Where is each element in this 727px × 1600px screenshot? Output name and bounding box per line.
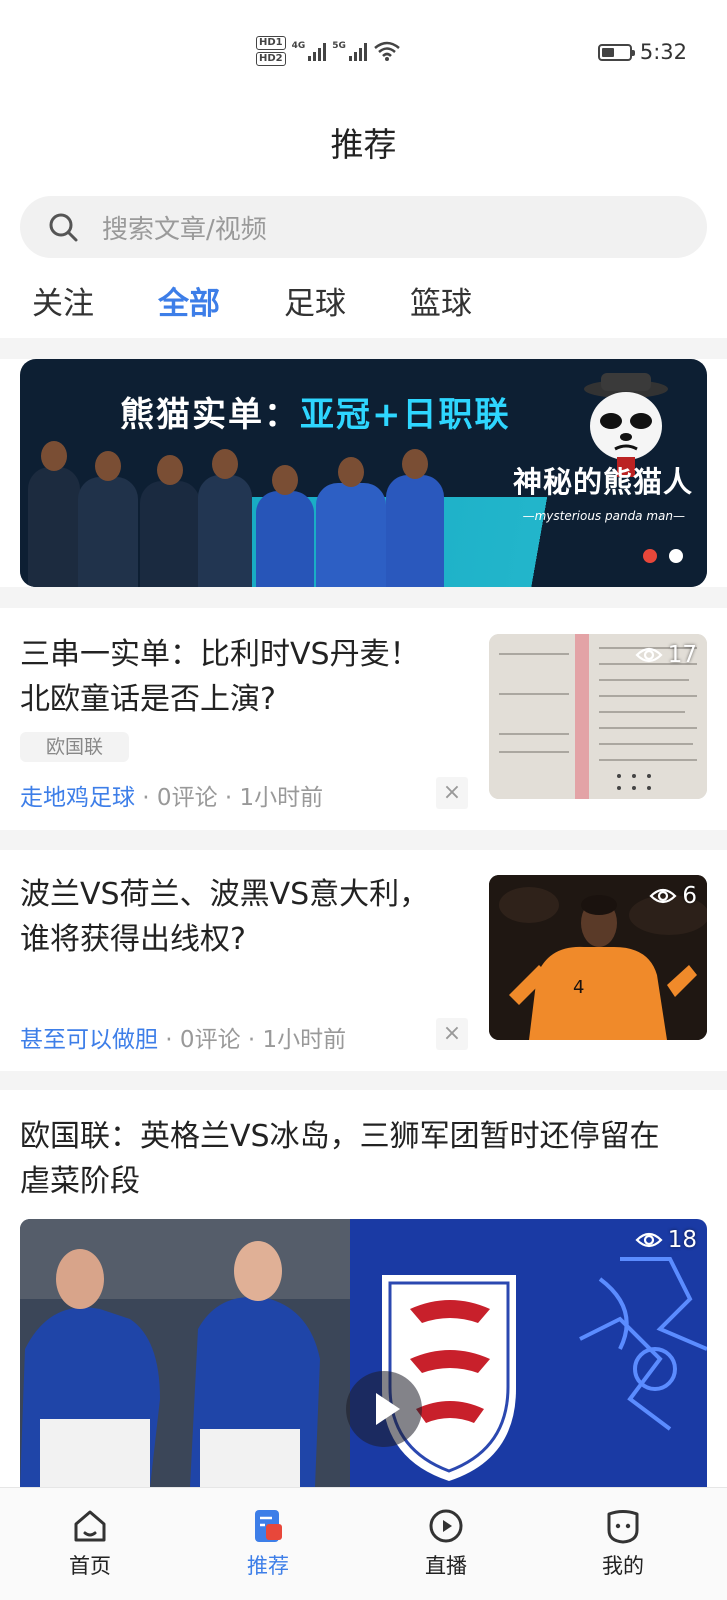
- signal-4g-icon: 4G: [292, 41, 327, 61]
- divider: [0, 1071, 727, 1090]
- search-icon: [49, 213, 78, 242]
- home-icon: [74, 1510, 106, 1542]
- article-title: 三串一实单：比利时VS丹麦！ 北欧童话是否上演?: [20, 637, 420, 717]
- eye-icon: [635, 647, 663, 663]
- carousel-dot-2[interactable]: [669, 549, 683, 563]
- search-placeholder: 搜索文章/视频: [102, 214, 267, 245]
- article-tag[interactable]: 欧国联: [20, 732, 130, 762]
- article-meta: 甚至可以做胆 · 0评论 · 1小时前: [20, 1027, 347, 1053]
- profile-icon: [607, 1510, 639, 1544]
- search-bar[interactable]: 搜索文章/视频: [20, 196, 707, 258]
- page-title: 推荐: [330, 125, 397, 164]
- nav-home[interactable]: 首页: [40, 1506, 140, 1580]
- divider: [0, 338, 727, 359]
- banner-script-text: 神秘的熊猫人: [512, 465, 693, 499]
- bottom-navigation: 首页 推荐 直播 我的: [0, 1487, 727, 1600]
- clock: 5:32: [639, 40, 687, 64]
- dismiss-button[interactable]: ×: [436, 777, 468, 809]
- banner-subtitle: —mysterious panda man—: [522, 509, 685, 523]
- battery-icon: [597, 43, 635, 61]
- article-card[interactable]: 三串一实单：比利时VS丹麦！ 北欧童话是否上演? 欧国联 走地鸡足球 · 0评论…: [0, 608, 727, 830]
- network-indicators: HD1 HD2 4G 5G: [256, 36, 401, 66]
- article-meta: 走地鸡足球 · 0评论 · 1小时前: [20, 785, 324, 811]
- recommend-icon: [255, 1510, 282, 1542]
- article-card[interactable]: 波兰VS荷兰、波黑VS意大利， 谁将获得出线权? 甚至可以做胆 · 0评论 · …: [0, 850, 727, 1071]
- article-thumbnail: 4 6: [489, 875, 707, 1040]
- view-count: 17: [635, 642, 697, 668]
- carousel-dot-1[interactable]: [643, 549, 657, 563]
- nav-profile[interactable]: 我的: [573, 1506, 673, 1580]
- signal-5g-icon: 5G: [332, 41, 367, 61]
- article-author[interactable]: 甚至可以做胆: [20, 1027, 158, 1053]
- svg-text:4: 4: [573, 977, 584, 998]
- article-title: 波兰VS荷兰、波黑VS意大利， 谁将获得出线权?: [20, 877, 430, 957]
- video-cover-image: [20, 1219, 707, 1487]
- wifi-icon: [374, 41, 400, 61]
- article-thumbnail: 17: [489, 634, 707, 799]
- article-author[interactable]: 走地鸡足球: [20, 785, 135, 811]
- tab-all[interactable]: 全部: [158, 278, 220, 323]
- category-tabs: 关注 全部 足球 篮球: [0, 274, 727, 338]
- banner-players-image: [20, 437, 450, 587]
- status-bar: HD1 HD2 4G 5G 5:32: [0, 0, 727, 100]
- divider: [0, 830, 727, 850]
- eye-icon: [635, 1232, 663, 1248]
- banner-title: 熊猫实单：亚冠+日职联: [120, 395, 511, 435]
- status-right: 5:32: [597, 40, 687, 64]
- promo-banner[interactable]: 熊猫实单：亚冠+日职联 神秘的熊猫人 —mysterious panda man…: [20, 359, 707, 587]
- nav-recommend[interactable]: 推荐: [218, 1506, 318, 1580]
- hd1-badge: HD1: [256, 36, 286, 50]
- dismiss-button[interactable]: ×: [436, 1018, 468, 1050]
- tab-follow[interactable]: 关注: [32, 278, 94, 323]
- live-icon: [429, 1509, 463, 1543]
- tab-football[interactable]: 足球: [284, 278, 346, 323]
- eye-icon: [649, 888, 677, 904]
- nav-live[interactable]: 直播: [396, 1506, 496, 1580]
- view-count: 6: [649, 883, 697, 909]
- divider: [0, 587, 727, 608]
- play-button[interactable]: [346, 1371, 422, 1447]
- carousel-dots: [643, 549, 683, 563]
- video-thumbnail[interactable]: 18: [20, 1219, 707, 1487]
- hd2-badge: HD2: [256, 52, 286, 66]
- article-title: 欧国联：英格兰VS冰岛，三狮军团暂时还停留在 虐菜阶段: [20, 1119, 660, 1199]
- tab-basketball[interactable]: 篮球: [410, 278, 472, 323]
- view-count: 18: [635, 1227, 697, 1253]
